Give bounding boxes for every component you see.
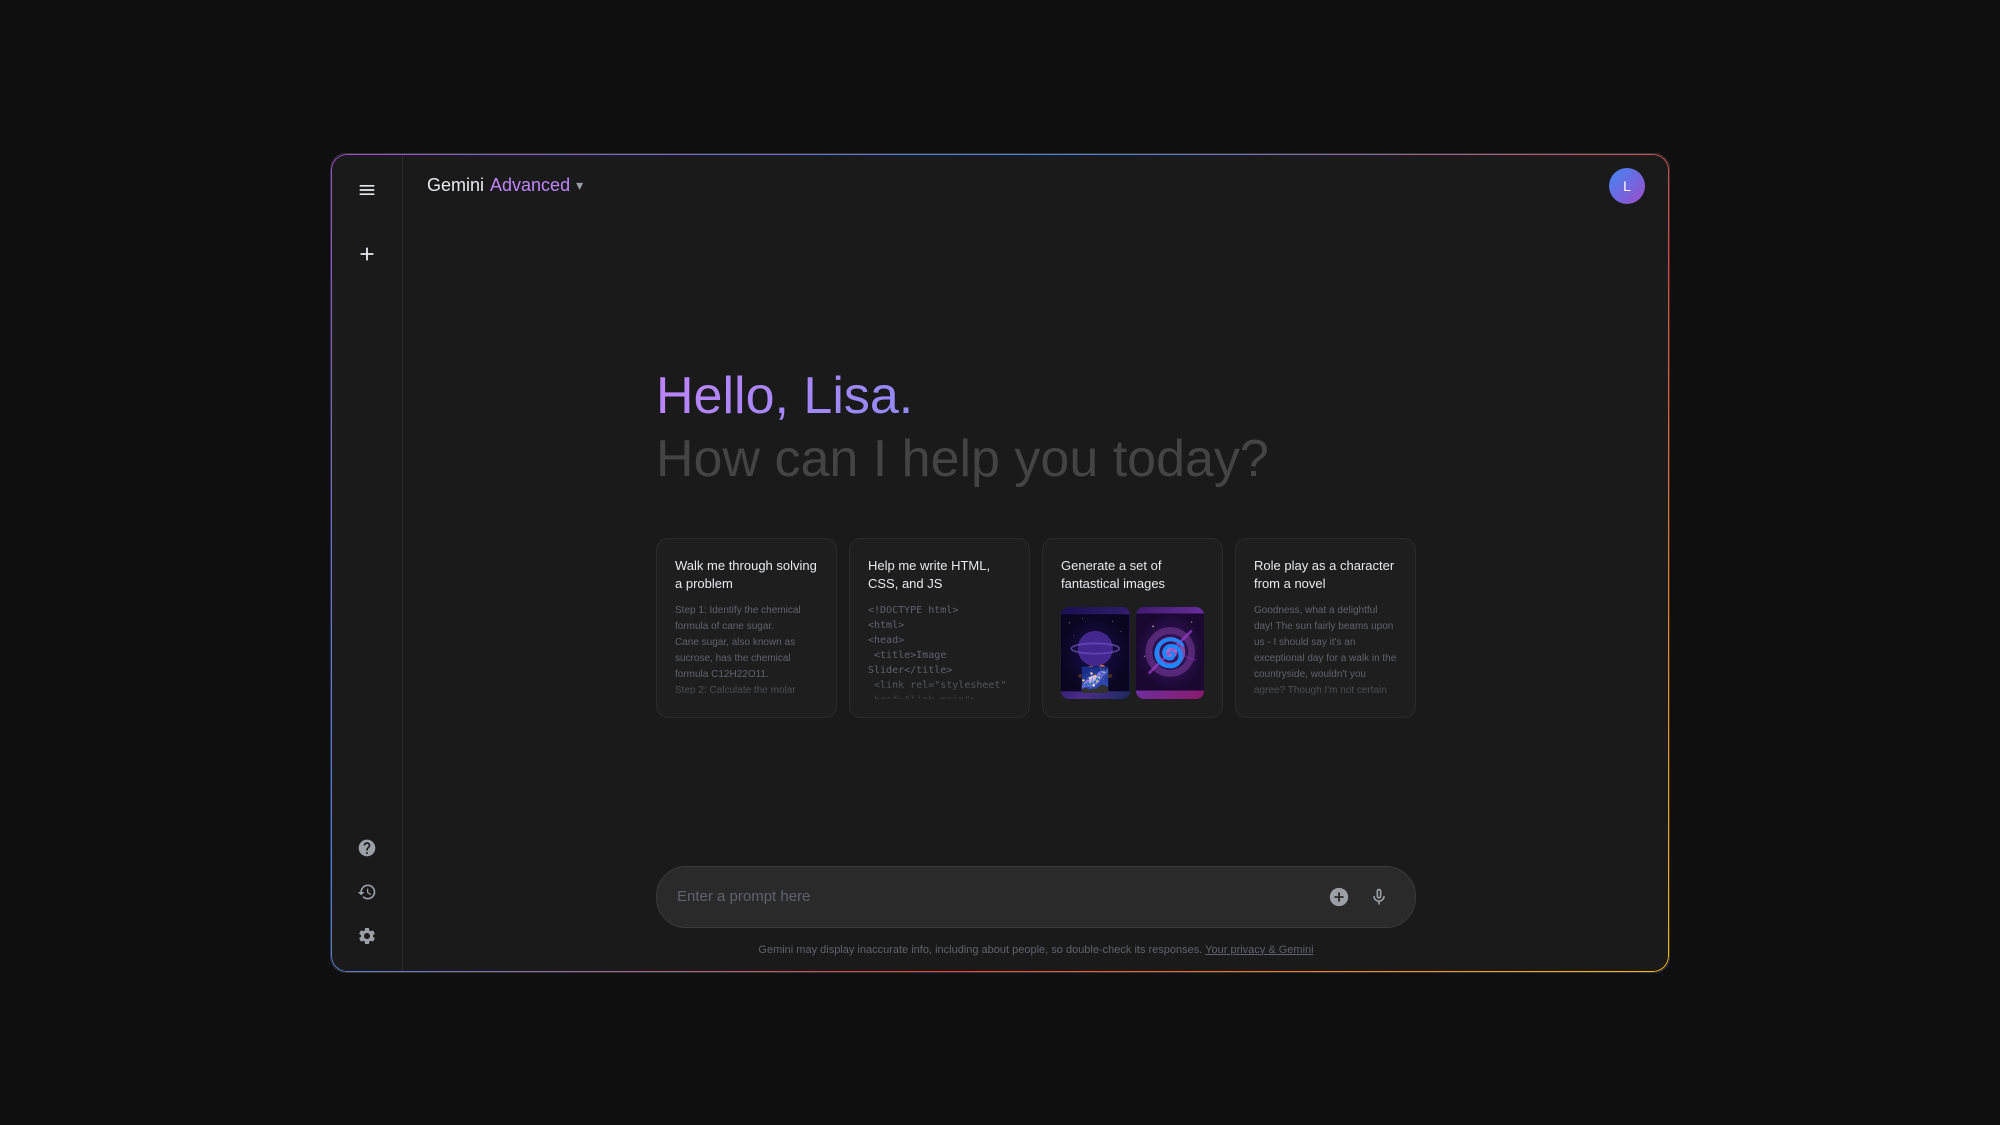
- header-title[interactable]: Gemini Advanced ▾: [427, 175, 583, 196]
- image-preview-left: [1061, 607, 1130, 699]
- main-content: Gemini Advanced ▾ L Hello, Lisa. How can…: [403, 154, 1669, 972]
- card-roleplay-title: Role play as a character from a novel: [1254, 557, 1397, 593]
- input-area: [616, 866, 1456, 944]
- menu-button[interactable]: [347, 170, 387, 210]
- card-code[interactable]: Help me write HTML, CSS, and JS <!DOCTYP…: [849, 538, 1030, 718]
- history-button[interactable]: [347, 872, 387, 912]
- settings-button[interactable]: [347, 916, 387, 956]
- card-images[interactable]: Generate a set of fantastical images: [1042, 538, 1223, 718]
- greeting-section: Hello, Lisa. How can I help you today?: [656, 365, 1416, 490]
- new-chat-button[interactable]: [347, 234, 387, 274]
- cards-container: Walk me through solving a problem Step 1…: [656, 538, 1416, 718]
- prompt-input[interactable]: [677, 888, 1315, 905]
- card-code-preview: <!DOCTYPE html> <html> <head> <title>Ima…: [868, 603, 1011, 699]
- footer-text: Gemini may display inaccurate info, incl…: [758, 944, 1202, 956]
- image-preview-right: [1136, 607, 1205, 699]
- card-math-title: Walk me through solving a problem: [675, 557, 818, 593]
- privacy-link[interactable]: Your privacy & Gemini: [1205, 944, 1313, 956]
- greeting-sub: How can I help you today?: [656, 428, 1416, 490]
- header: Gemini Advanced ▾ L: [403, 154, 1669, 218]
- greeting-hello: Hello, Lisa.: [656, 365, 1416, 427]
- dropdown-icon[interactable]: ▾: [576, 177, 583, 194]
- avatar[interactable]: L: [1609, 168, 1645, 204]
- card-code-title: Help me write HTML, CSS, and JS: [868, 557, 1011, 593]
- card-roleplay[interactable]: Role play as a character from a novel Go…: [1235, 538, 1416, 718]
- center-content: Hello, Lisa. How can I help you today? W…: [403, 218, 1669, 866]
- advanced-label: Advanced: [490, 175, 570, 196]
- card-roleplay-preview: Goodness, what a delightful day! The sun…: [1254, 603, 1397, 699]
- gemini-label: Gemini: [427, 175, 484, 196]
- sidebar-bottom: [347, 828, 387, 956]
- mic-button[interactable]: [1363, 881, 1395, 913]
- card-images-preview: [1061, 607, 1204, 699]
- input-container: [656, 866, 1416, 928]
- card-images-title: Generate a set of fantastical images: [1061, 557, 1204, 593]
- add-button[interactable]: [1323, 881, 1355, 913]
- footer: Gemini may display inaccurate info, incl…: [403, 944, 1669, 972]
- help-button[interactable]: [347, 828, 387, 868]
- sidebar: [331, 154, 403, 972]
- card-math[interactable]: Walk me through solving a problem Step 1…: [656, 538, 837, 718]
- card-math-preview: Step 1: Identify the chemical formula of…: [675, 603, 818, 699]
- app-container: Gemini Advanced ▾ L Hello, Lisa. How can…: [330, 153, 1670, 973]
